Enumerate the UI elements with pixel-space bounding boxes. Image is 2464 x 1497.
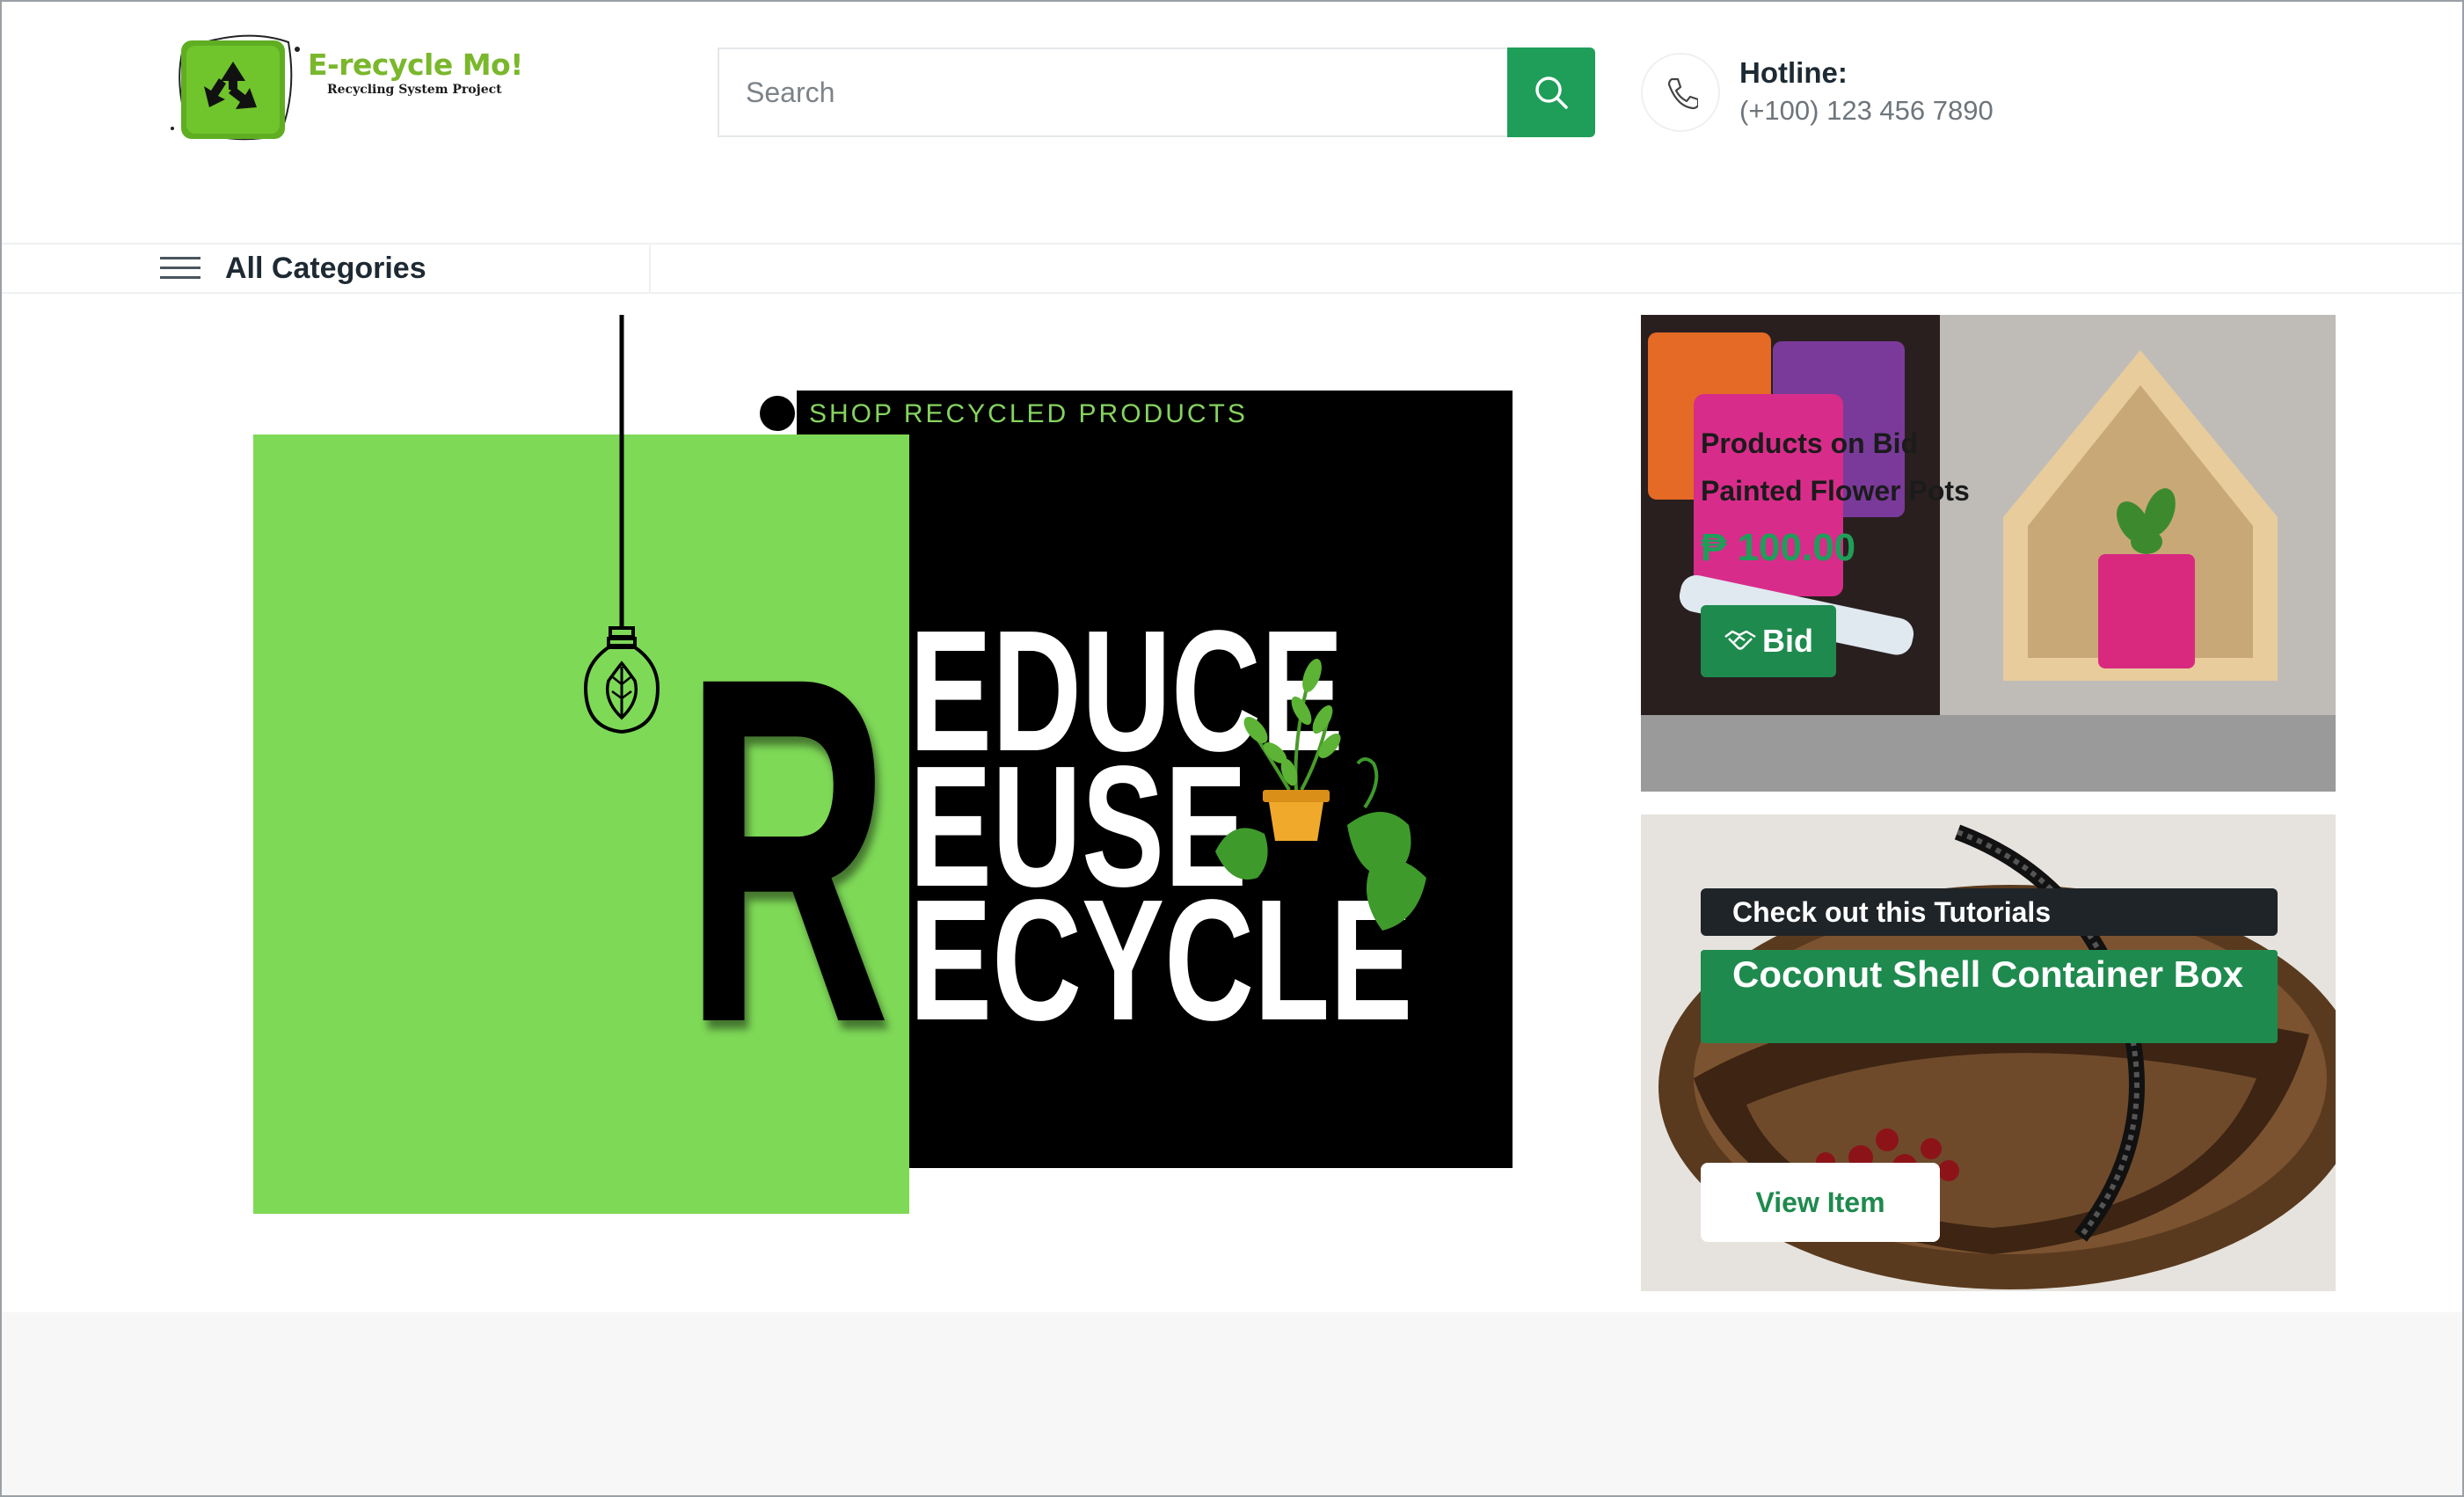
all-categories-menu[interactable]: All Categories	[160, 245, 426, 292]
handshake-icon	[1724, 630, 1756, 650]
tutorial-title[interactable]: Coconut Shell Container Box	[1701, 950, 2278, 1043]
tutorial-eyebrow: Check out this Tutorials	[1701, 888, 2278, 936]
bid-button-label: Bid	[1762, 623, 1813, 659]
bid-product-title[interactable]: Painted Flower Pots	[1701, 475, 1970, 508]
hero-big-letter: R	[684, 574, 891, 1125]
logo-title: E-recycle Mo!	[308, 47, 523, 82]
site-logo[interactable]: E-recycle Mo! Recycling System Project	[165, 16, 523, 148]
potted-plant-icon	[1215, 658, 1426, 931]
hotline-number[interactable]: (+100) 123 456 7890	[1739, 95, 1994, 127]
hotline-label: Hotline:	[1739, 56, 1848, 89]
phone-icon-circle	[1641, 53, 1720, 132]
hamburger-menu-icon	[160, 255, 200, 281]
page-footer-area	[2, 1312, 2462, 1495]
bid-button[interactable]: Bid	[1701, 605, 1836, 677]
search-icon	[1535, 77, 1568, 109]
hero-tagline: SHOP RECYCLED PRODUCTS	[809, 399, 1248, 428]
category-nav-bar: All Categories	[2, 243, 2462, 294]
hero-dot	[760, 396, 795, 431]
phone-icon	[1667, 77, 1698, 110]
nav-divider	[649, 245, 651, 292]
hero-banner[interactable]: SHOP RECYCLED PRODUCTS R EDUCE EUSE ECYC…	[248, 315, 1514, 1216]
promo-card-bid[interactable]: Products on Bid Painted Flower Pots ₱ 10…	[1641, 315, 2336, 792]
view-item-button[interactable]: View Item	[1701, 1163, 1940, 1242]
search-input[interactable]	[718, 47, 1509, 137]
bid-product-price: ₱ 100.00	[1701, 526, 1856, 569]
logo-subtitle: Recycling System Project	[327, 83, 502, 97]
search-button[interactable]	[1507, 47, 1595, 137]
page: E-recycle Mo! Recycling System Project H…	[0, 0, 2464, 1497]
lightbulb-leaf-icon	[583, 315, 660, 734]
all-categories-label: All Categories	[225, 251, 426, 285]
promo-card-tutorial[interactable]: Check out this Tutorials Coconut Shell C…	[1641, 814, 2336, 1291]
bid-eyebrow: Products on Bid	[1701, 427, 1919, 459]
recycle-logo-icon	[171, 34, 300, 141]
